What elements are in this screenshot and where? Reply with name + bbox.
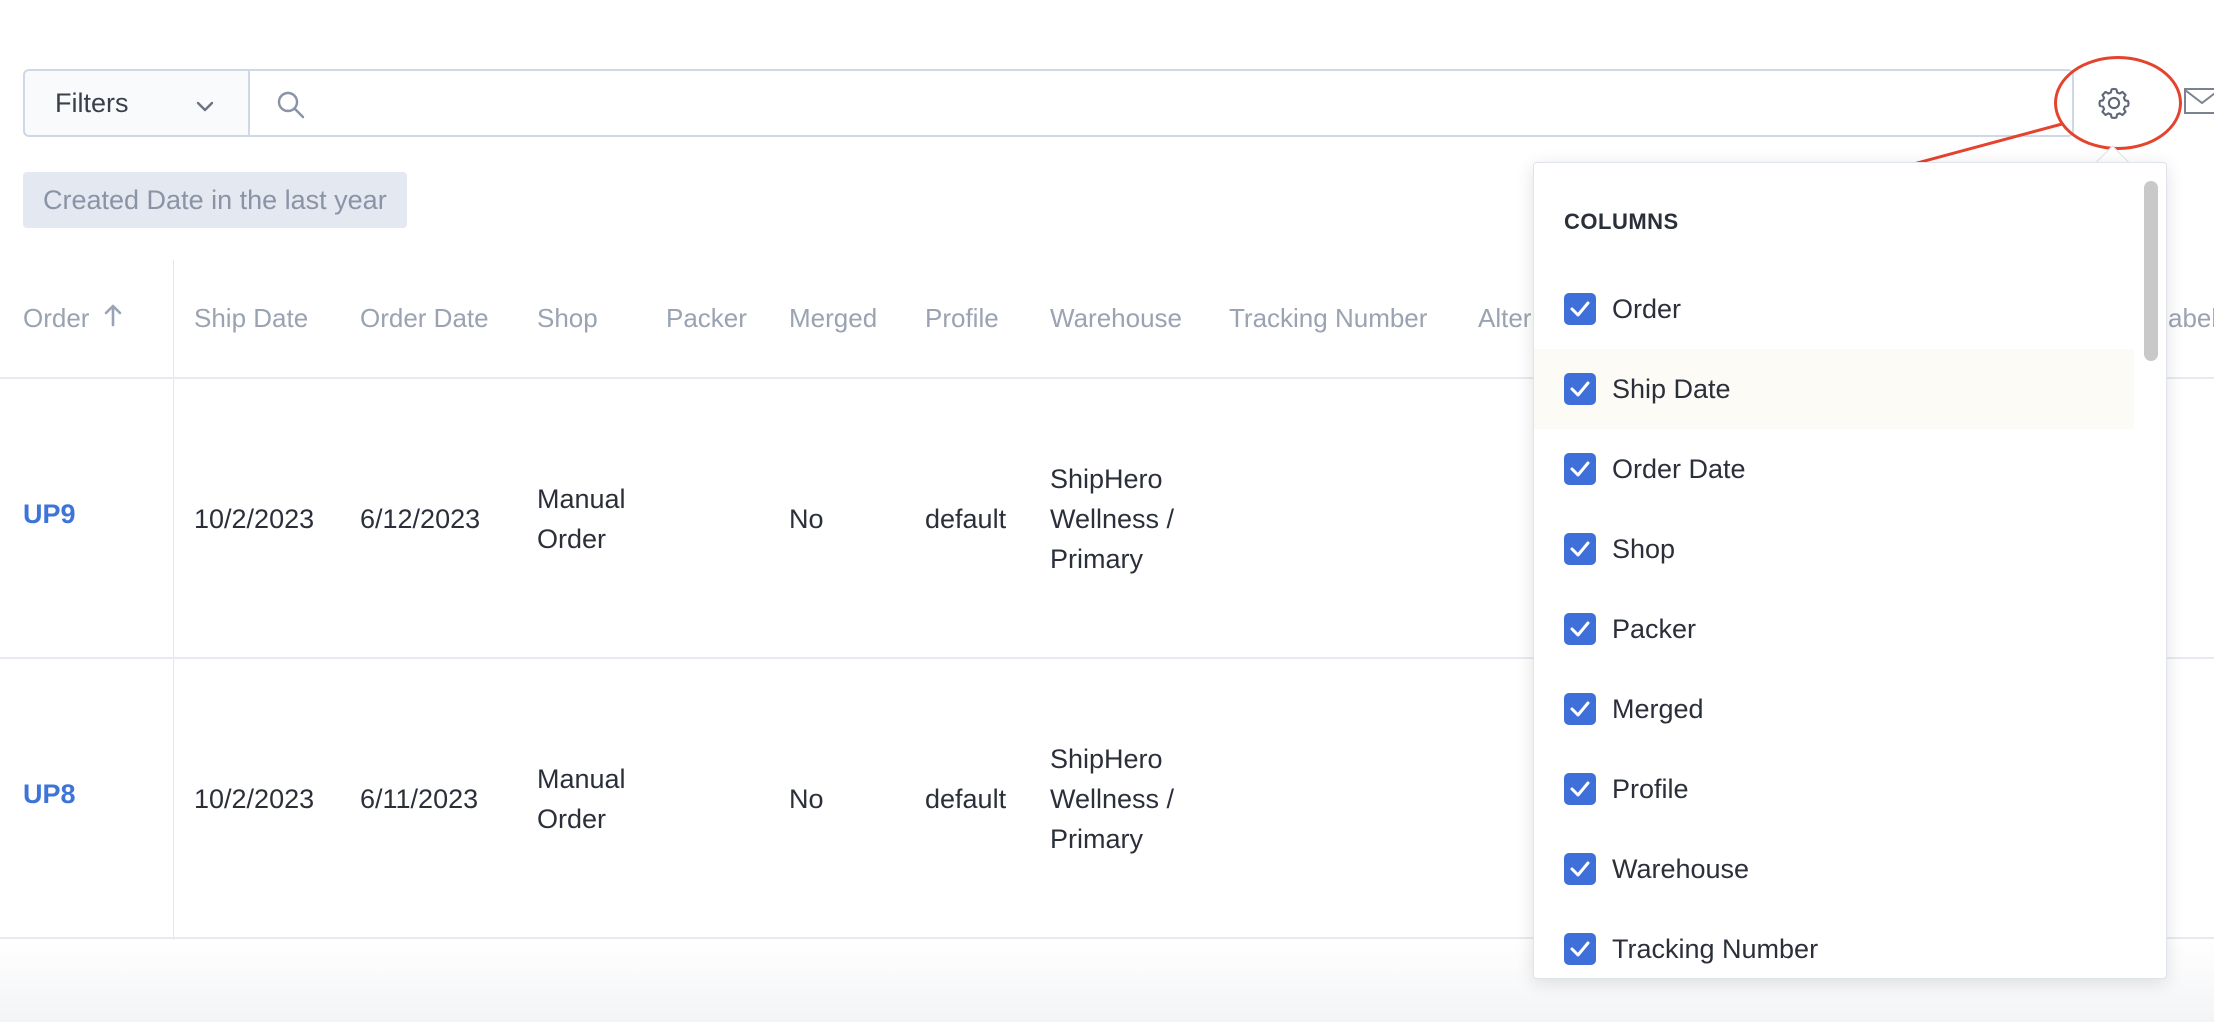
column-header-packer[interactable]: Packer bbox=[666, 303, 747, 334]
profile-cell: default bbox=[925, 784, 1007, 814]
profile-cell: default bbox=[925, 504, 1007, 534]
checkbox-checked-icon[interactable] bbox=[1564, 533, 1596, 565]
column-header-shop[interactable]: Shop bbox=[537, 303, 598, 334]
order-date-cell: 6/12/2023 bbox=[360, 504, 481, 534]
checkbox-checked-icon[interactable] bbox=[1564, 373, 1596, 405]
column-header-tracking-number[interactable]: Tracking Number bbox=[1229, 303, 1427, 334]
order-date-cell: 6/11/2023 bbox=[360, 784, 479, 814]
warehouse-cell: ShipHero Wellness / Primary bbox=[1050, 464, 1175, 574]
checkbox-checked-icon[interactable] bbox=[1564, 693, 1596, 725]
column-toggle-merged[interactable]: Merged bbox=[1534, 669, 2134, 749]
column-header-order-date[interactable]: Order Date bbox=[360, 303, 489, 334]
column-toggle-warehouse[interactable]: Warehouse bbox=[1534, 829, 2134, 909]
column-header-ship-date[interactable]: Ship Date bbox=[194, 303, 308, 334]
column-header-profile[interactable]: Profile bbox=[925, 303, 999, 334]
column-toggle-packer[interactable]: Packer bbox=[1534, 589, 2134, 669]
column-toggle-tracking-number[interactable]: Tracking Number bbox=[1534, 909, 2134, 978]
checkbox-checked-icon[interactable] bbox=[1564, 773, 1596, 805]
shop-cell: Manual Order bbox=[537, 764, 626, 834]
column-toggle-shop[interactable]: Shop bbox=[1534, 509, 2134, 589]
shop-cell: Manual Order bbox=[537, 484, 626, 554]
merged-cell: No bbox=[789, 784, 824, 814]
checkbox-checked-icon[interactable] bbox=[1564, 613, 1596, 645]
order-link[interactable]: UP8 bbox=[23, 779, 76, 810]
checkbox-checked-icon[interactable] bbox=[1564, 933, 1596, 965]
columns-panel-title: COLUMNS bbox=[1564, 209, 1679, 234]
column-header-alter[interactable]: Alter bbox=[1478, 303, 1531, 334]
checkbox-checked-icon[interactable] bbox=[1564, 853, 1596, 885]
merged-cell: No bbox=[789, 504, 824, 534]
table-row[interactable]: UP9 10/2/2023 6/12/2023 Manual Order No … bbox=[0, 379, 1533, 657]
order-link[interactable]: UP9 bbox=[23, 499, 76, 530]
table-row[interactable]: UP8 10/2/2023 6/11/2023 Manual Order No … bbox=[0, 659, 1533, 937]
filter-chip[interactable]: Created Date in the last year bbox=[23, 172, 407, 228]
column-toggle-order[interactable]: Order bbox=[1534, 269, 2134, 349]
column-toggle-order-date[interactable]: Order Date bbox=[1534, 429, 2134, 509]
sort-arrow-up-icon bbox=[103, 303, 123, 333]
panel-scrollbar-thumb[interactable] bbox=[2144, 181, 2158, 361]
checkbox-checked-icon[interactable] bbox=[1564, 293, 1596, 325]
ship-date-cell: 10/2/2023 bbox=[194, 784, 315, 814]
column-toggle-profile[interactable]: Profile bbox=[1534, 749, 2134, 829]
columns-panel: COLUMNS Order Ship Date Order Date Shop … bbox=[1533, 162, 2167, 979]
column-header-merged[interactable]: Merged bbox=[789, 303, 877, 334]
warehouse-cell: ShipHero Wellness / Primary bbox=[1050, 744, 1175, 854]
ship-date-cell: 10/2/2023 bbox=[194, 504, 315, 534]
column-header-label[interactable]: abel bbox=[2168, 303, 2214, 334]
column-header-warehouse[interactable]: Warehouse bbox=[1050, 303, 1182, 334]
checkbox-checked-icon[interactable] bbox=[1564, 453, 1596, 485]
column-header-order[interactable]: Order bbox=[23, 303, 123, 334]
column-toggle-ship-date[interactable]: Ship Date bbox=[1534, 349, 2134, 429]
filter-chip-label: Created Date in the last year bbox=[43, 184, 387, 215]
